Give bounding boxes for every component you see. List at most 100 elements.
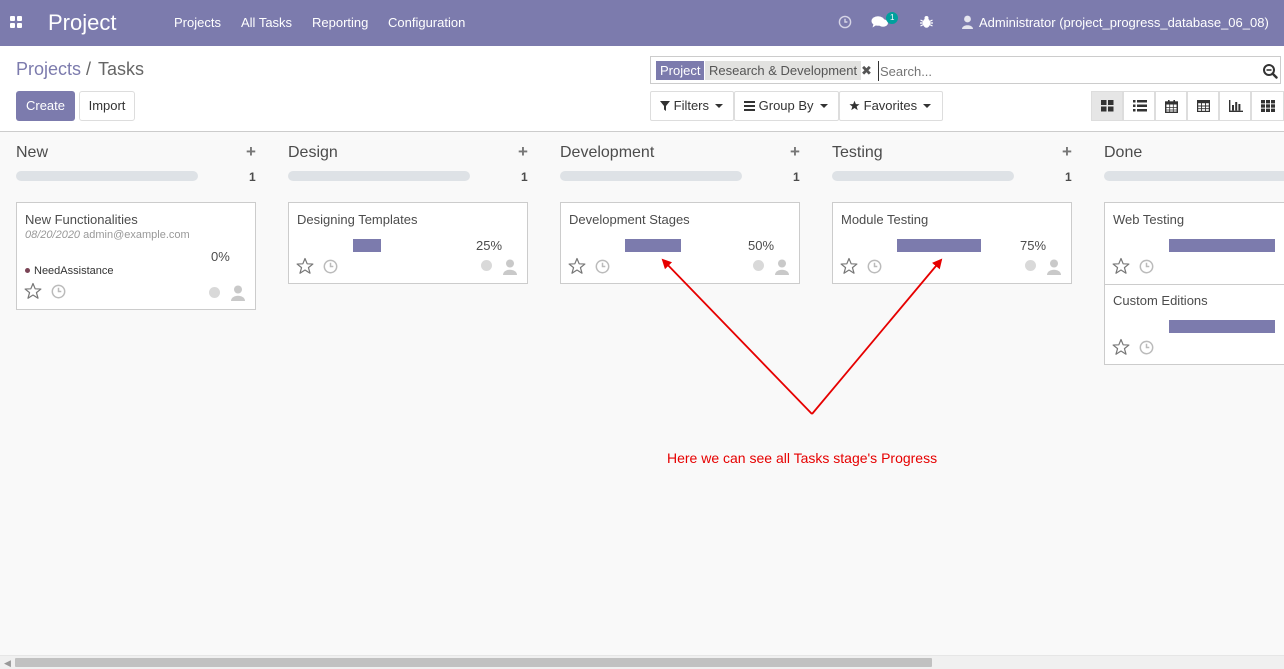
- task-card[interactable]: Module Testing 75%: [832, 202, 1072, 284]
- filters-dropdown[interactable]: Filters: [650, 91, 734, 121]
- column-add-new-button[interactable]: +: [246, 142, 256, 162]
- group-by-bars-icon: [744, 101, 755, 111]
- scrollbar-thumb[interactable]: [15, 658, 932, 667]
- column-add-design-button[interactable]: +: [518, 142, 528, 162]
- column-title-development[interactable]: Development: [560, 144, 654, 162]
- menu-all-tasks[interactable]: All Tasks: [241, 15, 292, 30]
- view-graph-button[interactable]: [1219, 91, 1251, 121]
- task-date: 08/20/2020: [25, 229, 81, 241]
- horizontal-scrollbar[interactable]: ◀: [0, 655, 1284, 669]
- search-input[interactable]: [878, 61, 1258, 81]
- column-progressbar-design[interactable]: [288, 171, 470, 181]
- column-add-testing-button[interactable]: +: [1062, 142, 1072, 162]
- search-icon[interactable]: [1262, 63, 1278, 79]
- task-progress-fill: [897, 239, 981, 252]
- task-card[interactable]: Custom Editions: [1104, 284, 1284, 365]
- column-progressbar-new[interactable]: [16, 171, 198, 181]
- star-icon: [849, 100, 860, 111]
- star-outline-icon[interactable]: [568, 257, 586, 275]
- tag-color-dot: [25, 268, 30, 273]
- kanban-state-icon[interactable]: [1025, 260, 1036, 271]
- task-card[interactable]: Designing Templates 25%: [288, 202, 528, 284]
- task-progress-fill: [353, 239, 381, 252]
- column-progressbar-development[interactable]: [560, 171, 742, 181]
- column-add-development-button[interactable]: +: [790, 142, 800, 162]
- calendar-icon: [1165, 100, 1178, 113]
- task-progress-label: 75%: [1020, 238, 1047, 253]
- breadcrumb-separator: /: [86, 59, 92, 79]
- menu-reporting[interactable]: Reporting: [312, 15, 368, 30]
- star-outline-icon[interactable]: [840, 257, 858, 275]
- task-card[interactable]: Web Testing: [1104, 202, 1284, 284]
- bar-chart-icon: [1229, 100, 1243, 112]
- task-title: Custom Editions: [1113, 293, 1208, 308]
- view-grid-button[interactable]: [1251, 91, 1284, 121]
- assignee-avatar-icon[interactable]: [229, 283, 247, 301]
- star-outline-icon[interactable]: [296, 257, 314, 275]
- task-progress-label: 50%: [748, 238, 775, 253]
- star-outline-icon[interactable]: [24, 282, 42, 300]
- scroll-left-arrow-icon[interactable]: ◀: [4, 658, 11, 669]
- import-button[interactable]: Import: [79, 91, 135, 121]
- column-title-testing[interactable]: Testing: [832, 144, 883, 162]
- task-email: admin@example.com: [83, 229, 190, 241]
- view-kanban-button[interactable]: [1091, 91, 1123, 121]
- task-title: Module Testing: [841, 212, 929, 227]
- star-outline-icon[interactable]: [1112, 338, 1130, 356]
- task-progress-label: 0%: [211, 249, 230, 264]
- column-title-done[interactable]: Done: [1104, 144, 1142, 162]
- activity-clock-icon[interactable]: [838, 15, 852, 29]
- facet-remove-icon[interactable]: ✖: [861, 61, 872, 80]
- task-progress-fill: [1169, 320, 1275, 333]
- activity-clock-icon[interactable]: [867, 259, 882, 274]
- messages-badge: 1: [886, 12, 899, 24]
- kanban-state-icon[interactable]: [209, 287, 220, 298]
- assignee-avatar-icon[interactable]: [1045, 257, 1063, 275]
- view-switcher: [1091, 91, 1284, 121]
- task-title: New Functionalities: [25, 212, 138, 227]
- app-brand[interactable]: Project: [48, 10, 116, 36]
- star-outline-icon[interactable]: [1112, 257, 1130, 275]
- column-count-testing: 1: [1065, 170, 1072, 184]
- activity-clock-icon[interactable]: [1139, 340, 1154, 355]
- view-list-button[interactable]: [1123, 91, 1155, 121]
- favorites-dropdown[interactable]: Favorites: [839, 91, 943, 121]
- create-button[interactable]: Create: [16, 91, 75, 121]
- apps-menu-icon[interactable]: [10, 16, 22, 28]
- view-pivot-button[interactable]: [1187, 91, 1219, 121]
- top-navbar: Project Projects All Tasks Reporting Con…: [0, 0, 1284, 46]
- activity-clock-icon[interactable]: [1139, 259, 1154, 274]
- activity-clock-icon[interactable]: [595, 259, 610, 274]
- filter-icon: [660, 101, 670, 111]
- task-progress-bar: [625, 239, 737, 252]
- column-progressbar-testing[interactable]: [832, 171, 1014, 181]
- activity-clock-icon[interactable]: [323, 259, 338, 274]
- search-facet-field: Project: [656, 61, 705, 80]
- user-menu[interactable]: Administrator (project_progress_database…: [979, 15, 1269, 30]
- task-progress-bar: [897, 239, 1009, 252]
- search-facet-value: Research & Development: [705, 61, 862, 80]
- breadcrumb-projects[interactable]: Projects: [16, 59, 81, 80]
- assignee-avatar-icon[interactable]: [501, 257, 519, 275]
- user-avatar-icon[interactable]: [962, 15, 973, 29]
- column-title-design[interactable]: Design: [288, 144, 338, 162]
- task-title: Web Testing: [1113, 212, 1185, 227]
- view-calendar-button[interactable]: [1155, 91, 1187, 121]
- group-by-dropdown[interactable]: Group By: [734, 91, 839, 121]
- menu-configuration[interactable]: Configuration: [388, 15, 465, 30]
- task-progress-bar: [81, 250, 201, 263]
- assignee-avatar-icon[interactable]: [773, 257, 791, 275]
- caret-down-icon: [923, 104, 932, 108]
- grid-icon: [1261, 100, 1275, 112]
- menu-projects[interactable]: Projects: [174, 15, 221, 30]
- task-progress-fill: [1169, 239, 1275, 252]
- task-card[interactable]: Development Stages 50%: [560, 202, 800, 284]
- kanban-icon: [1101, 100, 1114, 112]
- column-title-new[interactable]: New: [16, 144, 48, 162]
- activity-clock-icon[interactable]: [51, 284, 66, 299]
- task-card[interactable]: New Functionalities 08/20/2020 admin@exa…: [16, 202, 256, 310]
- kanban-state-icon[interactable]: [753, 260, 764, 271]
- column-progressbar-done[interactable]: [1104, 171, 1284, 181]
- kanban-state-icon[interactable]: [481, 260, 492, 271]
- debug-bug-icon[interactable]: [920, 15, 933, 29]
